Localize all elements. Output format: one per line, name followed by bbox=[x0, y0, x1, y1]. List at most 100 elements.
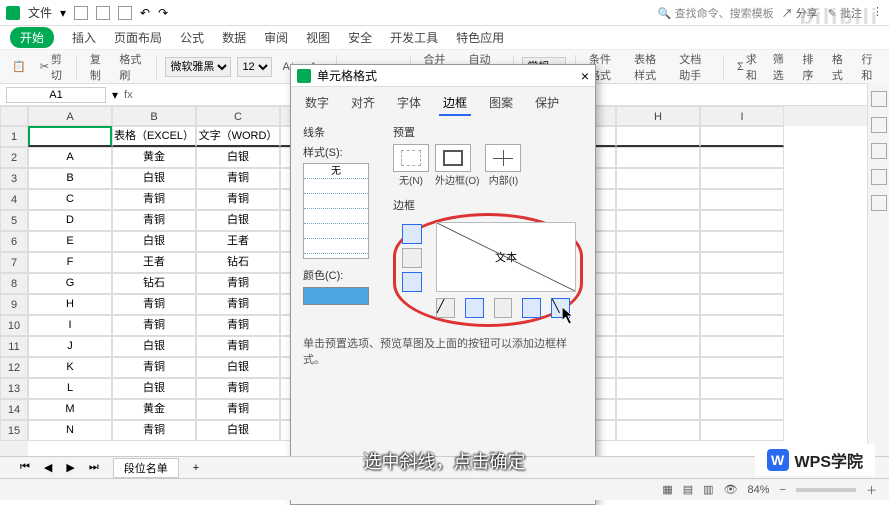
dtab-align[interactable]: 对齐 bbox=[347, 91, 379, 116]
cell[interactable] bbox=[616, 168, 700, 189]
cell[interactable]: 青铜 bbox=[112, 294, 196, 315]
tab-formula[interactable]: 公式 bbox=[180, 29, 204, 46]
cell[interactable]: I bbox=[28, 315, 112, 336]
redo-icon[interactable]: ↷ bbox=[158, 6, 168, 20]
cell[interactable]: 青铜 bbox=[196, 168, 280, 189]
cell[interactable]: 青铜 bbox=[112, 420, 196, 441]
view-break-icon[interactable]: ▥ bbox=[703, 483, 713, 496]
cell[interactable]: 黄金 bbox=[112, 399, 196, 420]
side-icon[interactable] bbox=[871, 143, 887, 159]
cell[interactable] bbox=[700, 231, 784, 252]
cell[interactable] bbox=[700, 315, 784, 336]
cell[interactable]: 青铜 bbox=[112, 189, 196, 210]
format-painter-button[interactable]: 格式刷 bbox=[115, 49, 146, 85]
preset-inner-button[interactable] bbox=[485, 144, 521, 172]
cell[interactable] bbox=[616, 147, 700, 168]
doc-helper-button[interactable]: 文档助手 bbox=[675, 49, 714, 85]
cell[interactable]: 文字（WORD） bbox=[196, 126, 280, 147]
side-icon[interactable] bbox=[871, 91, 887, 107]
view-page-icon[interactable]: ▤ bbox=[683, 483, 693, 496]
border-right-button[interactable] bbox=[522, 298, 541, 318]
tab-data[interactable]: 数据 bbox=[222, 29, 246, 46]
cell[interactable] bbox=[700, 168, 784, 189]
rowcol-button[interactable]: 行和 bbox=[857, 49, 881, 85]
cell[interactable]: 青铜 bbox=[196, 378, 280, 399]
close-icon[interactable]: × bbox=[581, 68, 589, 84]
table-style-button[interactable]: 表格样式 bbox=[630, 49, 669, 85]
file-menu[interactable]: 文件 bbox=[28, 4, 52, 21]
cell[interactable]: D bbox=[28, 210, 112, 231]
dtab-protect[interactable]: 保护 bbox=[531, 91, 563, 116]
sheet-last-icon[interactable]: ⏭ bbox=[89, 461, 99, 474]
cell[interactable]: 青铜 bbox=[112, 357, 196, 378]
cell[interactable]: B bbox=[28, 168, 112, 189]
border-mid-button[interactable] bbox=[402, 248, 422, 268]
cell[interactable] bbox=[616, 231, 700, 252]
cell[interactable] bbox=[616, 252, 700, 273]
sort-button[interactable]: 排序 bbox=[798, 49, 822, 85]
border-top-button[interactable] bbox=[402, 224, 422, 244]
col-head[interactable]: H bbox=[616, 106, 700, 126]
cell[interactable]: 白银 bbox=[112, 231, 196, 252]
cell[interactable]: 青铜 bbox=[196, 315, 280, 336]
cell[interactable]: 白银 bbox=[112, 378, 196, 399]
cell[interactable] bbox=[616, 294, 700, 315]
cell[interactable]: 白银 bbox=[196, 210, 280, 231]
cell[interactable]: 钻石 bbox=[196, 252, 280, 273]
tab-view[interactable]: 视图 bbox=[306, 29, 330, 46]
sum-button[interactable]: Σ 求和 bbox=[733, 49, 763, 85]
cell[interactable]: 白银 bbox=[112, 168, 196, 189]
cell[interactable] bbox=[700, 189, 784, 210]
cell[interactable]: F bbox=[28, 252, 112, 273]
zoom-out-icon[interactable]: − bbox=[780, 484, 786, 496]
cell[interactable] bbox=[28, 126, 112, 147]
cell[interactable]: 王者 bbox=[112, 252, 196, 273]
add-sheet-button[interactable]: + bbox=[193, 462, 199, 474]
eye-icon[interactable]: 👁 bbox=[724, 483, 738, 496]
cell[interactable]: 白银 bbox=[196, 147, 280, 168]
cell[interactable]: 白银 bbox=[196, 357, 280, 378]
cell[interactable]: K bbox=[28, 357, 112, 378]
dtab-pattern[interactable]: 图案 bbox=[485, 91, 517, 116]
cell[interactable]: 青铜 bbox=[196, 399, 280, 420]
cell[interactable] bbox=[700, 336, 784, 357]
paste-button[interactable]: 📋 bbox=[8, 58, 30, 75]
tab-insert[interactable]: 插入 bbox=[72, 29, 96, 46]
cell[interactable] bbox=[700, 378, 784, 399]
cell[interactable] bbox=[616, 189, 700, 210]
name-box[interactable] bbox=[6, 87, 106, 103]
tab-apps[interactable]: 特色应用 bbox=[456, 29, 504, 46]
side-icon[interactable] bbox=[871, 117, 887, 133]
border-left-button[interactable] bbox=[465, 298, 484, 318]
sheet-prev-icon[interactable]: ◀ bbox=[44, 461, 52, 474]
caret-icon[interactable]: ▾ bbox=[60, 6, 66, 20]
border-diag1-button[interactable]: ╱ bbox=[436, 298, 455, 318]
quick-print-icon[interactable] bbox=[96, 6, 110, 20]
cell[interactable]: 青铜 bbox=[112, 315, 196, 336]
side-icon[interactable] bbox=[871, 195, 887, 211]
cell[interactable] bbox=[700, 147, 784, 168]
cell[interactable] bbox=[700, 399, 784, 420]
cell[interactable]: 钻石 bbox=[112, 273, 196, 294]
font-select[interactable]: 微软雅黑 bbox=[165, 57, 231, 77]
cell[interactable]: 青铜 bbox=[196, 336, 280, 357]
cell[interactable] bbox=[616, 126, 700, 147]
cell[interactable]: 黄金 bbox=[112, 147, 196, 168]
col-head[interactable]: I bbox=[700, 106, 784, 126]
cell[interactable]: M bbox=[28, 399, 112, 420]
fx-label[interactable]: fx bbox=[118, 89, 139, 101]
cell[interactable]: A bbox=[28, 147, 112, 168]
cell[interactable]: 白银 bbox=[112, 336, 196, 357]
cell[interactable] bbox=[700, 273, 784, 294]
cell[interactable]: G bbox=[28, 273, 112, 294]
cell[interactable]: C bbox=[28, 189, 112, 210]
cell[interactable]: E bbox=[28, 231, 112, 252]
cell[interactable] bbox=[700, 357, 784, 378]
cell[interactable]: H bbox=[28, 294, 112, 315]
col-head[interactable]: B bbox=[112, 106, 196, 126]
col-head[interactable]: C bbox=[196, 106, 280, 126]
cell[interactable] bbox=[616, 315, 700, 336]
select-all-corner[interactable] bbox=[0, 106, 28, 126]
cell[interactable]: 白银 bbox=[196, 420, 280, 441]
col-head[interactable]: A bbox=[28, 106, 112, 126]
